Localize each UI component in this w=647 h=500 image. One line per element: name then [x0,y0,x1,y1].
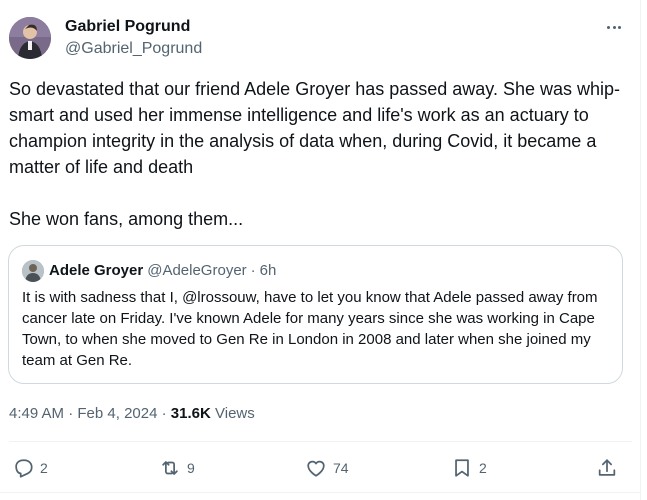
share-icon [598,459,616,476]
views-label: Views [215,405,255,422]
quote-separator: · [250,262,256,279]
quote-avatar-photo-icon [22,260,44,282]
like-button[interactable]: 74 [305,456,349,480]
bottom-border [0,492,640,493]
column-border [640,0,641,500]
author-avatar[interactable] [9,17,51,59]
reply-button[interactable]: 2 [12,456,48,480]
bookmark-button[interactable]: 2 [451,456,487,480]
tweet-meta: 4:49 AM · Feb 4, 2024 · 31.6K Views [9,404,255,424]
more-icon [606,25,610,29]
quote-author-name[interactable]: Adele Groyer [49,262,143,279]
views-count[interactable]: 31.6K [171,405,211,422]
quote-author-handle[interactable]: @AdeleGroyer [147,262,246,279]
bookmark-count: 2 [479,460,487,476]
quote-author-avatar[interactable] [22,260,44,282]
like-icon [307,460,325,477]
quote-timestamp[interactable]: 6h [260,262,277,279]
tweet-time[interactable]: 4:49 AM [9,405,64,422]
more-options-button[interactable] [598,16,630,38]
repost-icon [162,461,178,475]
quote-text: It is with sadness that I, @lrossouw, ha… [22,289,598,369]
bookmark-icon [455,459,469,477]
meta-separator: · [68,405,74,422]
reply-count: 2 [40,460,48,476]
more-icon-dot [612,25,616,29]
avatar-photo-icon [9,17,51,59]
meta-separator: · [161,405,167,422]
quoted-tweet[interactable]: Adele Groyer @AdeleGroyer · 6h It is with s… [8,245,623,384]
like-count: 74 [333,460,349,476]
tweet-text: So devastated that our friend Adele Groy… [9,79,621,229]
repost-count: 9 [187,460,195,476]
tweet-date[interactable]: Feb 4, 2024 [77,405,157,422]
author-handle[interactable]: @Gabriel_Pogrund [65,39,202,59]
share-button[interactable] [596,456,618,480]
more-icon-dot [618,25,622,29]
author-name[interactable]: Gabriel Pogrund [65,17,190,37]
actions-divider [9,441,632,442]
repost-button[interactable]: 9 [159,456,195,480]
quote-header: Adele Groyer @AdeleGroyer · 6h [49,261,276,281]
reply-icon [15,459,33,478]
